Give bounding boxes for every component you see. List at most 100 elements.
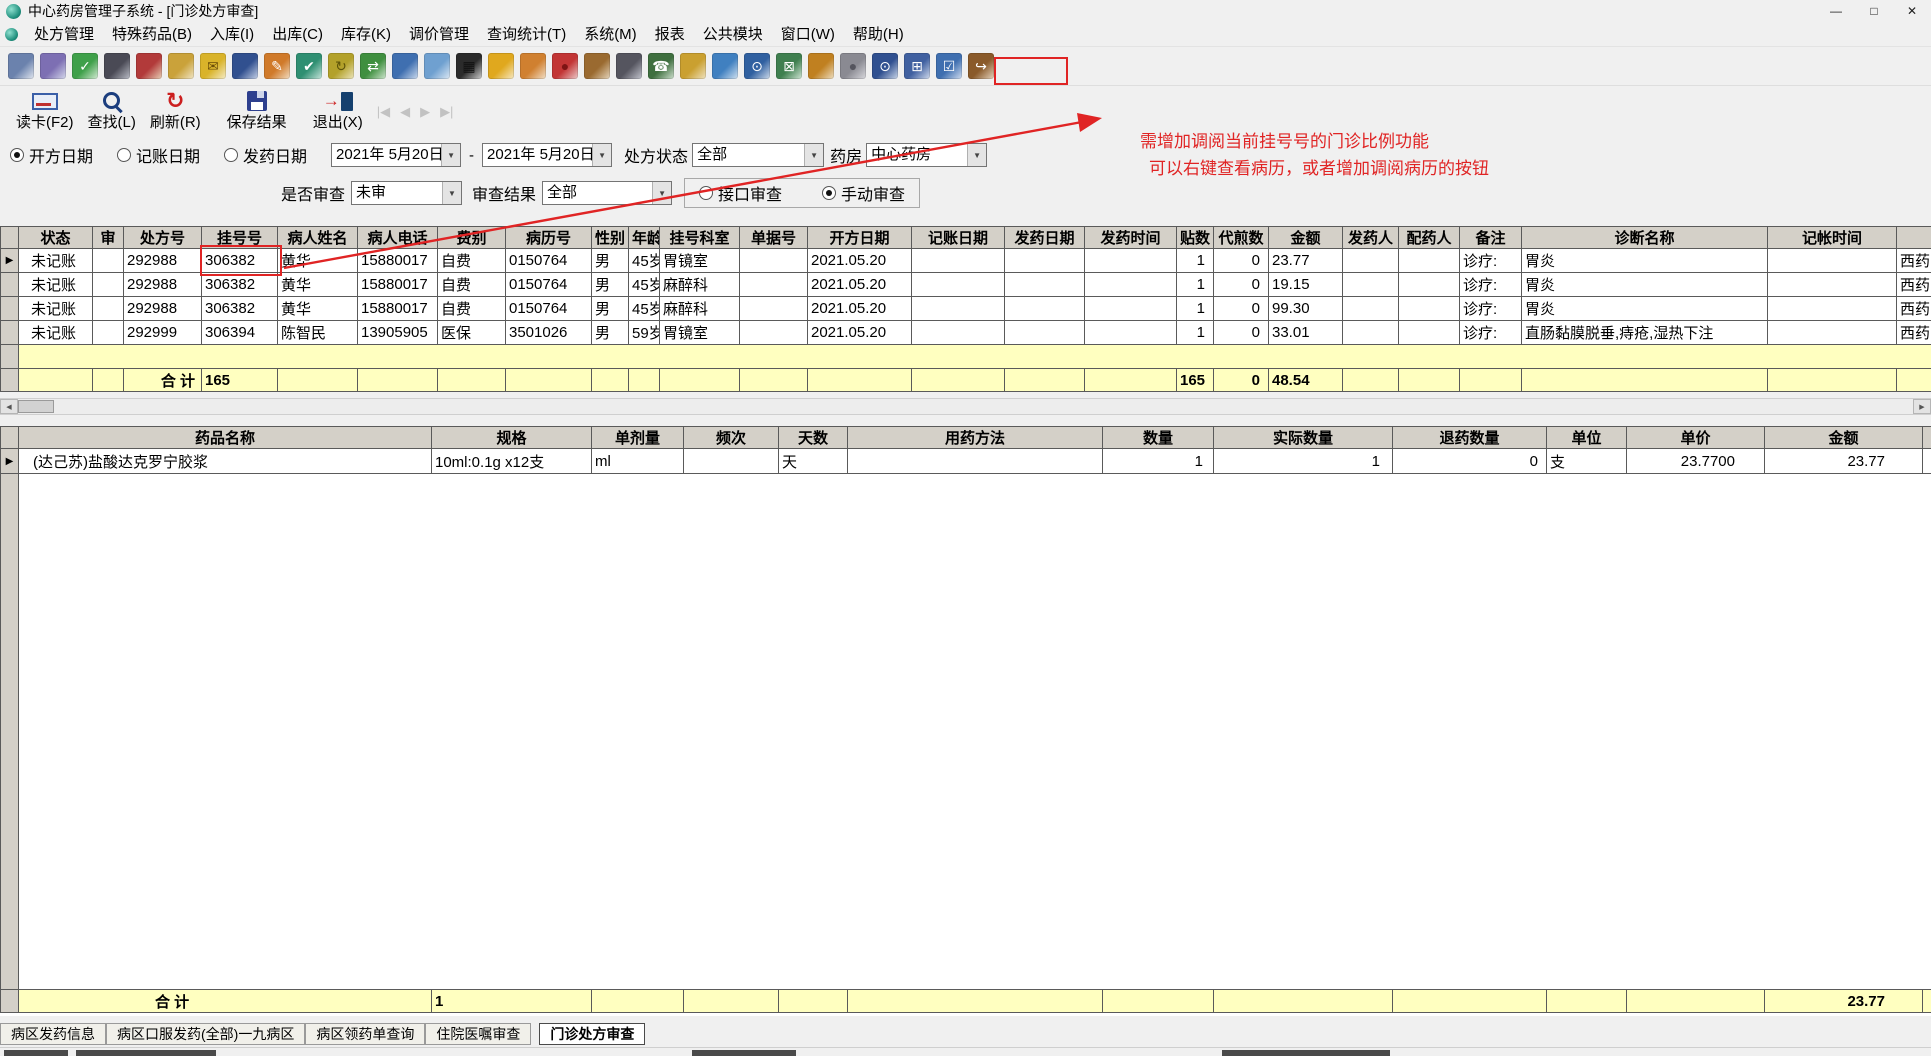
column-header[interactable]: 退药数量: [1392, 426, 1547, 449]
review-status-select[interactable]: 未审 ▼: [351, 181, 463, 205]
review-result-select[interactable]: 全部 ▼: [542, 181, 673, 205]
column-header[interactable]: 记帐时间: [1767, 226, 1897, 249]
maximize-button[interactable]: □: [1855, 0, 1893, 22]
register-book-icon[interactable]: [136, 53, 162, 79]
column-header[interactable]: 金额: [1764, 426, 1923, 449]
recalc-icon[interactable]: ↻: [328, 53, 354, 79]
column-header[interactable]: 费别: [437, 226, 506, 249]
radio-option[interactable]: 记账日期: [117, 143, 200, 167]
column-header[interactable]: 开方日期: [807, 226, 912, 249]
menu-item[interactable]: 帮助(H): [844, 22, 913, 47]
radio-option[interactable]: 接口审查: [699, 181, 782, 205]
nav-last-icon[interactable]: ▶|: [440, 104, 453, 120]
column-header[interactable]: 单价: [1626, 426, 1765, 449]
checklist-icon[interactable]: ☑: [936, 53, 962, 79]
menu-item[interactable]: 报表: [646, 22, 694, 47]
save-icon[interactable]: [232, 53, 258, 79]
column-header[interactable]: 规格: [431, 426, 592, 449]
column-header[interactable]: 数量: [1102, 426, 1214, 449]
column-header[interactable]: 病人姓名: [277, 226, 358, 249]
close-grid-icon[interactable]: ⊠: [776, 53, 802, 79]
transfer-icon[interactable]: ⇄: [360, 53, 386, 79]
radio-option[interactable]: 开方日期: [10, 143, 93, 167]
save-results-button[interactable]: 保存结果: [227, 89, 287, 132]
menu-item[interactable]: 查询统计(T): [478, 22, 575, 47]
schedule-icon[interactable]: [520, 53, 546, 79]
column-header[interactable]: 审: [92, 226, 124, 249]
column-header[interactable]: 状态: [18, 226, 93, 249]
bottom-tab[interactable]: 门诊处方审查: [539, 1023, 646, 1045]
column-header[interactable]: 处方号: [123, 226, 202, 249]
chevron-down-icon[interactable]: ▼: [804, 144, 824, 166]
column-header[interactable]: 用药方法: [847, 426, 1103, 449]
package-icon[interactable]: [584, 53, 610, 79]
column-header[interactable]: 发药时间: [1084, 226, 1177, 249]
zoom-icon[interactable]: ⊙: [744, 53, 770, 79]
prescription-row[interactable]: 未记账292988306382黄华15880017自费0150764男45岁麻醉…: [0, 272, 1931, 297]
nav-prev-icon[interactable]: ◀: [400, 104, 410, 120]
edit-icon[interactable]: ✎: [264, 53, 290, 79]
column-header[interactable]: 配药人: [1398, 226, 1460, 249]
bell-icon[interactable]: [488, 53, 514, 79]
date-from-select[interactable]: 2021年 5月20日 ▼: [331, 143, 462, 167]
date-to-select[interactable]: 2021年 5月20日 ▼: [482, 143, 613, 167]
column-header[interactable]: 实际数量: [1213, 426, 1393, 449]
menu-item[interactable]: 入库(I): [201, 22, 263, 47]
column-header[interactable]: 单位: [1546, 426, 1627, 449]
exit-door-icon[interactable]: ↪: [968, 53, 994, 79]
print-preview-icon[interactable]: [40, 53, 66, 79]
chevron-down-icon[interactable]: ▼: [592, 144, 612, 166]
nav-next-icon[interactable]: ▶: [420, 104, 430, 120]
column-header[interactable]: [1922, 426, 1931, 449]
scroll-thumb[interactable]: [18, 400, 54, 413]
prescription-row[interactable]: ▶未记账292988306382黄华15880017自费0150764男45岁胃…: [0, 248, 1931, 273]
pharmacy-select[interactable]: 中心药房 ▼: [866, 143, 988, 167]
drug-row[interactable]: ▶ (达己苏)盐酸达克罗宁胶浆 10ml:0.1g x12支 ml 天 1 1 0 支 23.77…: [0, 448, 1931, 474]
column-header[interactable]: 金额: [1268, 226, 1343, 249]
bottom-tab[interactable]: 病区领药单查询: [305, 1023, 426, 1045]
column-header[interactable]: 病历号: [505, 226, 592, 249]
exit-button[interactable]: 退出(X): [313, 89, 363, 132]
horizontal-scrollbar[interactable]: ◀ ▶: [0, 398, 1931, 415]
menu-item[interactable]: 出库(C): [263, 22, 332, 47]
invoice-icon[interactable]: [168, 53, 194, 79]
mail-icon[interactable]: ✉: [200, 53, 226, 79]
chart-icon[interactable]: [392, 53, 418, 79]
column-header[interactable]: 发药人: [1342, 226, 1399, 249]
column-header[interactable]: 单剂量: [591, 426, 684, 449]
chevron-down-icon[interactable]: ▼: [967, 144, 987, 166]
chevron-down-icon[interactable]: ▼: [652, 182, 672, 204]
read-card-button[interactable]: 读卡(F2): [16, 89, 74, 132]
menu-item[interactable]: 窗口(W): [772, 22, 844, 47]
column-header[interactable]: 备注: [1459, 226, 1522, 249]
column-header[interactable]: 挂号科室: [659, 226, 740, 249]
mailbox-icon[interactable]: [680, 53, 706, 79]
menu-item[interactable]: 处方管理: [25, 22, 103, 47]
column-header[interactable]: 病人电话: [357, 226, 438, 249]
column-header[interactable]: 药品名称: [18, 426, 432, 449]
report-icon[interactable]: [424, 53, 450, 79]
column-header[interactable]: 发药日期: [1004, 226, 1085, 249]
prescription-status-select[interactable]: 全部 ▼: [692, 143, 825, 167]
menu-item[interactable]: 公共模块: [694, 22, 772, 47]
audit-check-icon[interactable]: ✓: [72, 53, 98, 79]
column-header[interactable]: 挂号号: [201, 226, 278, 249]
column-header[interactable]: 天数: [778, 426, 848, 449]
column-header[interactable]: 贴数: [1176, 226, 1214, 249]
scroll-left-button[interactable]: ◀: [0, 399, 18, 414]
chevron-down-icon[interactable]: ▼: [441, 144, 461, 166]
menu-item[interactable]: 调价管理: [400, 22, 478, 47]
bottom-tab[interactable]: 病区发药信息: [0, 1023, 106, 1045]
bottom-tab[interactable]: 住院医嘱审查: [425, 1023, 532, 1045]
sphere-icon[interactable]: ●: [840, 53, 866, 79]
prescription-row[interactable]: 未记账292988306382黄华15880017自费0150764男45岁麻醉…: [0, 296, 1931, 321]
search-record-icon[interactable]: [616, 53, 642, 79]
menu-item[interactable]: 特殊药品(B): [103, 22, 201, 47]
column-header[interactable]: 代煎数: [1213, 226, 1269, 249]
alert-icon[interactable]: ●: [552, 53, 578, 79]
window-list-icon[interactable]: ⊞: [904, 53, 930, 79]
refresh-button[interactable]: 刷新(R): [150, 89, 201, 132]
find-button[interactable]: 查找(L): [88, 89, 136, 132]
close-button[interactable]: ✕: [1893, 0, 1931, 22]
column-header[interactable]: 性别: [591, 226, 629, 249]
